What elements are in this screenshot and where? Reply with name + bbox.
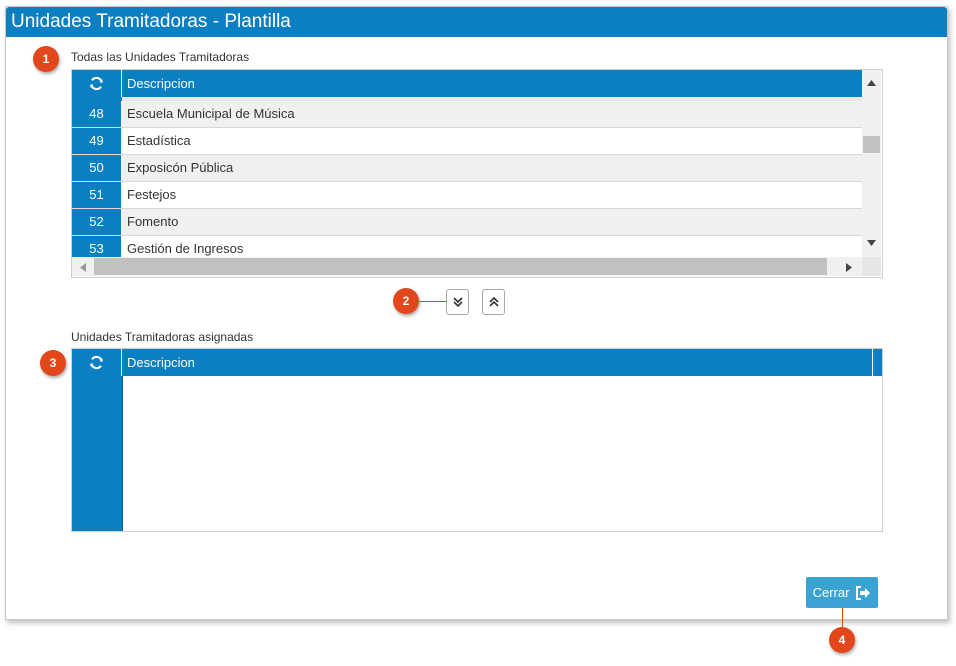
scroll-corner bbox=[862, 257, 881, 276]
callout-badge-1: 1 bbox=[33, 46, 59, 72]
scroll-up-arrow-icon[interactable] bbox=[867, 80, 876, 86]
double-chevron-down-icon bbox=[452, 297, 463, 308]
horizontal-scroll-thumb[interactable] bbox=[94, 258, 827, 275]
assigned-units-label: Unidades Tramitadoras asignadas bbox=[71, 330, 254, 344]
row-id: 51 bbox=[72, 182, 122, 208]
row-id: 49 bbox=[72, 128, 122, 154]
column-header-description[interactable]: Descripcion bbox=[122, 70, 195, 97]
row-description: Fomento bbox=[127, 214, 179, 229]
vertical-scrollbar[interactable] bbox=[862, 70, 881, 257]
double-chevron-up-icon bbox=[488, 296, 499, 307]
refresh-icon bbox=[90, 355, 103, 370]
column-header-description[interactable]: Descripcion bbox=[122, 349, 195, 376]
move-down-button[interactable] bbox=[446, 289, 469, 315]
refresh-icon bbox=[90, 76, 103, 91]
vertical-scroll-thumb[interactable] bbox=[863, 136, 880, 153]
horizontal-scrollbar[interactable] bbox=[72, 257, 862, 276]
callout-connector-4 bbox=[842, 608, 843, 627]
dialog-title: Unidades Tramitadoras - Plantilla bbox=[6, 7, 947, 37]
available-grid-header: Descripcion bbox=[72, 70, 862, 97]
callout-badge-4: 4 bbox=[829, 627, 855, 653]
row-description: Festejos bbox=[127, 187, 177, 202]
refresh-button[interactable] bbox=[72, 70, 122, 97]
scroll-down-arrow-icon[interactable] bbox=[867, 240, 876, 246]
close-button[interactable]: Cerrar bbox=[806, 577, 878, 608]
available-units-label: Todas las Unidades Tramitadoras bbox=[71, 50, 250, 64]
table-row[interactable]: 50 Exposicón Pública bbox=[72, 155, 862, 182]
scroll-left-arrow-icon[interactable] bbox=[80, 263, 86, 272]
sign-out-icon bbox=[856, 585, 871, 600]
scroll-right-arrow-icon[interactable] bbox=[846, 263, 852, 272]
refresh-button[interactable] bbox=[72, 349, 122, 376]
assigned-grid-header: Descripcion bbox=[72, 349, 872, 376]
table-row[interactable]: 52 Fomento bbox=[72, 209, 862, 236]
row-id: 50 bbox=[72, 155, 122, 181]
table-row[interactable]: 48 Escuela Municipal de Música bbox=[72, 101, 862, 128]
assigned-units-grid: Descripcion bbox=[71, 348, 883, 532]
header-end bbox=[873, 349, 882, 376]
table-row[interactable]: 51 Festejos bbox=[72, 182, 862, 209]
table-row[interactable]: 49 Estadística bbox=[72, 128, 862, 155]
move-up-button[interactable] bbox=[482, 289, 505, 315]
callout-badge-3: 3 bbox=[40, 350, 66, 376]
available-units-grid: Descripcion 48 Escuela Municipal de Músi… bbox=[71, 69, 883, 278]
row-id: 52 bbox=[72, 209, 122, 235]
row-description: Exposicón Pública bbox=[127, 160, 234, 175]
row-id: 48 bbox=[72, 101, 122, 127]
row-description: Estadística bbox=[127, 133, 191, 148]
row-description: Escuela Municipal de Música bbox=[127, 106, 295, 121]
id-column-empty bbox=[72, 376, 122, 531]
empty-grid-body bbox=[122, 376, 882, 531]
callout-badge-2: 2 bbox=[393, 288, 419, 314]
close-label: Cerrar bbox=[812, 585, 850, 600]
callout-connector-2 bbox=[419, 301, 446, 302]
